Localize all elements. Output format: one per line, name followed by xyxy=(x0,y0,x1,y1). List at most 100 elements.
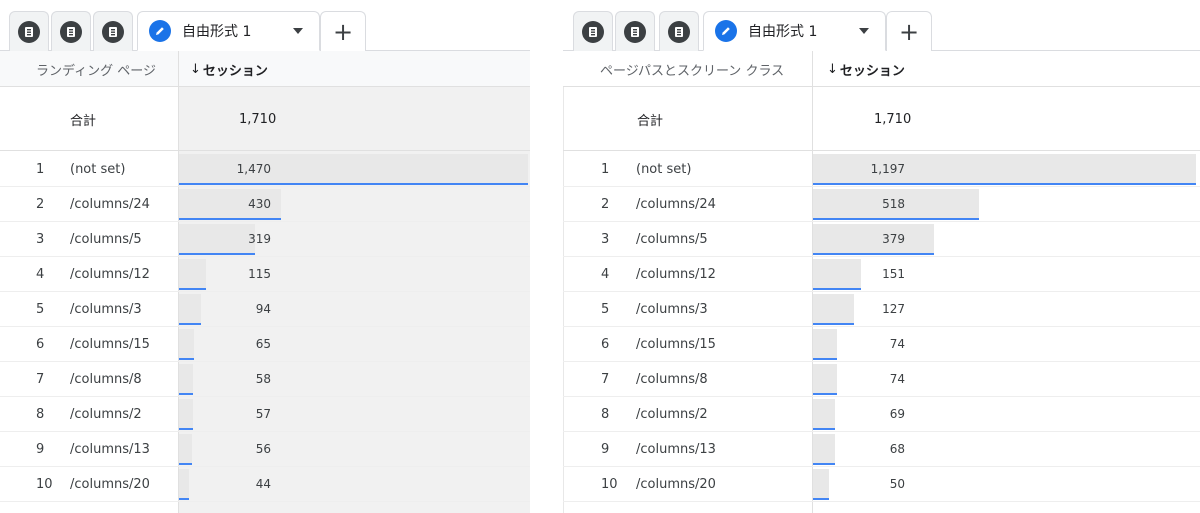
row-dimension: /columns/3 xyxy=(636,302,708,317)
metric-header[interactable]: ↓ セッション xyxy=(827,51,905,87)
metric-header-label: セッション xyxy=(202,63,268,79)
pencil-icon xyxy=(715,20,737,42)
session-bar xyxy=(179,364,193,395)
row-rank: 6 xyxy=(36,337,45,352)
row-dimension: /columns/5 xyxy=(636,232,708,247)
session-bar xyxy=(813,399,835,430)
table-row[interactable]: 3/columns/5 319 xyxy=(0,222,530,257)
row-rank: 10 xyxy=(36,477,53,492)
session-bar xyxy=(813,434,835,465)
row-dimension: /columns/13 xyxy=(636,442,716,457)
row-rank: 7 xyxy=(36,372,45,387)
table-row[interactable]: 5/columns/3 127 xyxy=(563,292,1200,327)
tab-report-2[interactable] xyxy=(615,11,655,51)
tab-freeform-active[interactable]: 自由形式 1 xyxy=(137,11,320,51)
report-icon xyxy=(668,20,690,43)
table-row[interactable]: 2/columns/24 430 xyxy=(0,187,530,222)
session-bar xyxy=(179,434,192,465)
table-row[interactable]: 2/columns/24 518 xyxy=(563,187,1200,222)
total-row: 合計 1,710 xyxy=(563,87,1200,151)
tab-report-3[interactable] xyxy=(659,11,699,51)
table-row[interactable]: 9/columns/13 68 xyxy=(563,432,1200,467)
row-rank: 10 xyxy=(601,477,618,492)
session-value: 115 xyxy=(248,266,271,281)
tab-report-3[interactable] xyxy=(93,11,133,51)
table-row[interactable]: 7/columns/8 58 xyxy=(0,362,530,397)
table-row[interactable]: 8/columns/2 69 xyxy=(563,397,1200,432)
dimension-header[interactable]: ランディング ページ xyxy=(36,51,156,87)
session-value: 430 xyxy=(248,196,271,211)
session-value: 518 xyxy=(882,196,905,211)
pencil-icon xyxy=(149,20,171,42)
row-rank: 1 xyxy=(36,162,45,177)
report-icon xyxy=(102,20,124,43)
row-rank: 7 xyxy=(601,372,610,387)
table-row[interactable]: 10/columns/20 44 xyxy=(0,467,530,502)
tab-freeform-active[interactable]: 自由形式 1 xyxy=(703,11,886,51)
dimension-header[interactable]: ページパスとスクリーン クラス xyxy=(600,51,784,87)
add-tab-button[interactable]: + xyxy=(886,11,932,51)
report-icon xyxy=(18,20,40,43)
row-rank: 3 xyxy=(36,232,45,247)
table-row[interactable]: 5/columns/3 94 xyxy=(0,292,530,327)
session-value: 69 xyxy=(889,406,905,421)
row-rank: 3 xyxy=(601,232,610,247)
session-value: 319 xyxy=(248,231,271,246)
table-row[interactable]: 4/columns/12 151 xyxy=(563,257,1200,292)
total-label: 合計 xyxy=(70,113,97,129)
add-tab-button[interactable]: + xyxy=(320,11,366,51)
session-bar xyxy=(179,294,201,325)
table-row[interactable]: 4/columns/12 115 xyxy=(0,257,530,292)
tab-report-1[interactable] xyxy=(573,11,613,51)
session-value: 1,197 xyxy=(870,161,905,176)
row-dimension: /columns/24 xyxy=(636,197,716,212)
table-row[interactable]: 7/columns/8 74 xyxy=(563,362,1200,397)
chevron-down-icon[interactable] xyxy=(293,28,303,34)
row-dimension: /columns/8 xyxy=(636,372,708,387)
row-rank: 2 xyxy=(36,197,45,212)
metric-header[interactable]: ↓ セッション xyxy=(190,51,268,87)
table-row[interactable]: 8/columns/2 57 xyxy=(0,397,530,432)
session-bar xyxy=(813,469,829,500)
table-row[interactable]: 1 (not set) 1,470 xyxy=(0,152,530,187)
session-value: 68 xyxy=(889,441,905,456)
row-dimension: /columns/20 xyxy=(70,477,150,492)
row-dimension: /columns/12 xyxy=(636,267,716,282)
session-bar xyxy=(813,259,861,290)
row-dimension: /columns/15 xyxy=(70,337,150,352)
row-rank: 5 xyxy=(36,302,45,317)
tab-report-1[interactable] xyxy=(9,11,49,51)
table-row[interactable]: 1 (not set) 1,197 xyxy=(563,152,1200,187)
table-row[interactable]: 9/columns/13 56 xyxy=(0,432,530,467)
sort-arrow-icon: ↓ xyxy=(827,61,838,77)
session-value: 44 xyxy=(255,476,271,491)
session-bar xyxy=(179,259,206,290)
table-row[interactable]: 6/columns/15 74 xyxy=(563,327,1200,362)
row-dimension: (not set) xyxy=(70,162,126,177)
table-row[interactable]: 10/columns/20 50 xyxy=(563,467,1200,502)
row-rank: 9 xyxy=(36,442,45,457)
table-row[interactable]: 3/columns/5 379 xyxy=(563,222,1200,257)
table-row[interactable]: 6/columns/15 65 xyxy=(0,327,530,362)
tab-report-2[interactable] xyxy=(51,11,91,51)
table-header: ページパスとスクリーン クラス ↓ セッション xyxy=(563,51,1200,87)
chevron-down-icon[interactable] xyxy=(859,28,869,34)
report-icon xyxy=(624,20,646,43)
sort-arrow-icon: ↓ xyxy=(190,61,201,77)
total-value: 1,710 xyxy=(239,111,277,127)
row-rank: 2 xyxy=(601,197,610,212)
row-dimension: /columns/13 xyxy=(70,442,150,457)
row-rank: 6 xyxy=(601,337,610,352)
report-icon xyxy=(582,20,604,43)
tab-bar: 自由形式 1 + xyxy=(0,0,530,51)
row-rank: 1 xyxy=(601,162,610,177)
session-bar xyxy=(813,294,854,325)
session-bar xyxy=(179,399,193,430)
row-rank: 8 xyxy=(601,407,610,422)
session-value: 56 xyxy=(255,441,271,456)
row-dimension: /columns/8 xyxy=(70,372,142,387)
row-dimension: /columns/3 xyxy=(70,302,142,317)
exploration-panel-left: 自由形式 1 + ランディング ページ ↓ セッション 合計 1,710 1 (n… xyxy=(0,0,530,513)
session-value: 74 xyxy=(889,336,905,351)
row-dimension: /columns/12 xyxy=(70,267,150,282)
